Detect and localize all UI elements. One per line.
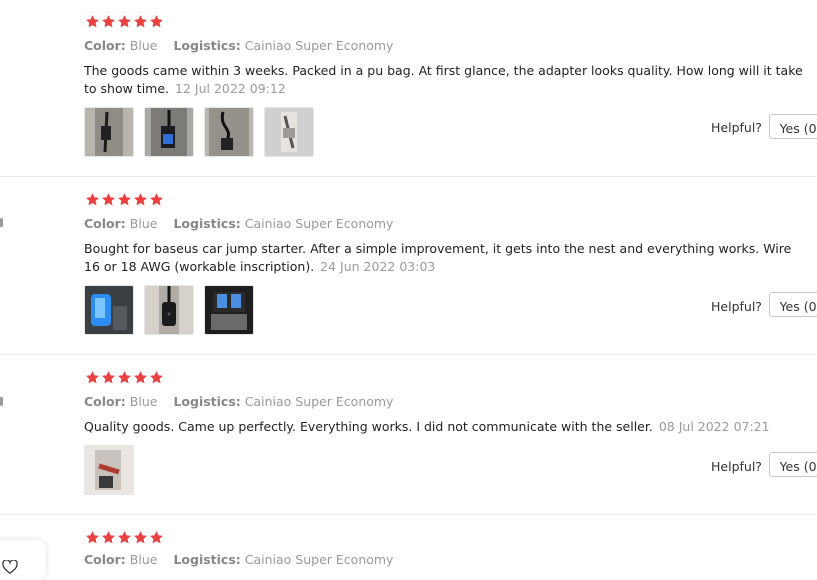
star-rating <box>85 530 164 548</box>
logistics-label: Logistics: <box>173 216 241 231</box>
star-icon <box>149 14 164 29</box>
star-icon <box>101 14 116 29</box>
logistics-value: Cainiao Super Economy <box>244 38 394 53</box>
review-photos <box>84 107 314 157</box>
sidebar-fragment <box>0 218 3 227</box>
star-icon <box>101 370 116 385</box>
color-label: Color: <box>84 38 126 53</box>
color-label: Color: <box>84 394 126 409</box>
sidebar-fragment <box>0 397 3 406</box>
review-meta: Color: Blue Logistics: Cainiao Super Eco… <box>84 394 405 409</box>
star-icon <box>117 530 132 545</box>
star-icon <box>133 14 148 29</box>
heart-icon <box>2 560 18 574</box>
review-photo[interactable] <box>204 107 254 157</box>
review-meta: Color: Blue Logistics: Cainiao Super Eco… <box>84 38 405 53</box>
logistics-label: Logistics: <box>173 394 241 409</box>
color-value: Blue <box>129 38 158 53</box>
star-icon <box>133 530 148 545</box>
helpful-label: Helpful? <box>711 459 762 474</box>
review-photo[interactable] <box>84 445 134 495</box>
star-icon <box>117 14 132 29</box>
star-icon <box>133 192 148 207</box>
helpful-yes-button[interactable]: Yes (0) <box>769 292 817 317</box>
review-date: 12 Jul 2022 09:12 <box>175 81 286 96</box>
logistics-value: Cainiao Super Economy <box>244 552 394 567</box>
helpful-yes-button[interactable]: Yes (0) <box>769 452 817 477</box>
star-icon <box>101 192 116 207</box>
star-icon <box>85 14 100 29</box>
review-body: Bought for baseus car jump starter. Afte… <box>84 241 792 274</box>
star-icon <box>117 370 132 385</box>
star-rating <box>85 192 164 210</box>
star-rating <box>85 370 164 388</box>
review-divider <box>0 354 817 355</box>
review-photos <box>84 285 254 335</box>
star-icon <box>149 530 164 545</box>
logistics-value: Cainiao Super Economy <box>244 394 394 409</box>
review-date: 24 Jun 2022 03:03 <box>320 259 436 274</box>
star-icon <box>85 370 100 385</box>
wishlist-button[interactable] <box>0 540 46 580</box>
review-text: Bought for baseus car jump starter. Afte… <box>84 240 809 276</box>
star-icon <box>149 192 164 207</box>
review-divider <box>0 514 817 515</box>
star-icon <box>117 192 132 207</box>
helpful-yes-button[interactable]: Yes (0) <box>769 114 817 139</box>
logistics-value: Cainiao Super Economy <box>244 216 394 231</box>
review-text: The goods came within 3 weeks. Packed in… <box>84 62 809 98</box>
review-photo[interactable] <box>84 107 134 157</box>
color-value: Blue <box>129 394 158 409</box>
color-label: Color: <box>84 552 126 567</box>
helpful-label: Helpful? <box>711 120 762 135</box>
review-photo[interactable] <box>84 285 134 335</box>
star-icon <box>133 370 148 385</box>
star-icon <box>85 192 100 207</box>
review-photo[interactable] <box>144 285 194 335</box>
review-divider <box>0 176 817 177</box>
logistics-label: Logistics: <box>173 38 241 53</box>
star-icon <box>101 530 116 545</box>
star-rating <box>85 14 164 32</box>
review-photo[interactable] <box>264 107 314 157</box>
star-icon <box>149 370 164 385</box>
review-meta: Color: Blue Logistics: Cainiao Super Eco… <box>84 552 405 567</box>
review-photo[interactable] <box>144 107 194 157</box>
review-text: Quality goods. Came up perfectly. Everyt… <box>84 418 809 436</box>
review-body: Quality goods. Came up perfectly. Everyt… <box>84 419 653 434</box>
color-value: Blue <box>129 216 158 231</box>
color-value: Blue <box>129 552 158 567</box>
review-photo[interactable] <box>204 285 254 335</box>
helpful-label: Helpful? <box>711 299 762 314</box>
color-label: Color: <box>84 216 126 231</box>
logistics-label: Logistics: <box>173 552 241 567</box>
review-photos <box>84 445 134 495</box>
review-date: 08 Jul 2022 07:21 <box>658 419 770 434</box>
star-icon <box>85 530 100 545</box>
review-meta: Color: Blue Logistics: Cainiao Super Eco… <box>84 216 405 231</box>
